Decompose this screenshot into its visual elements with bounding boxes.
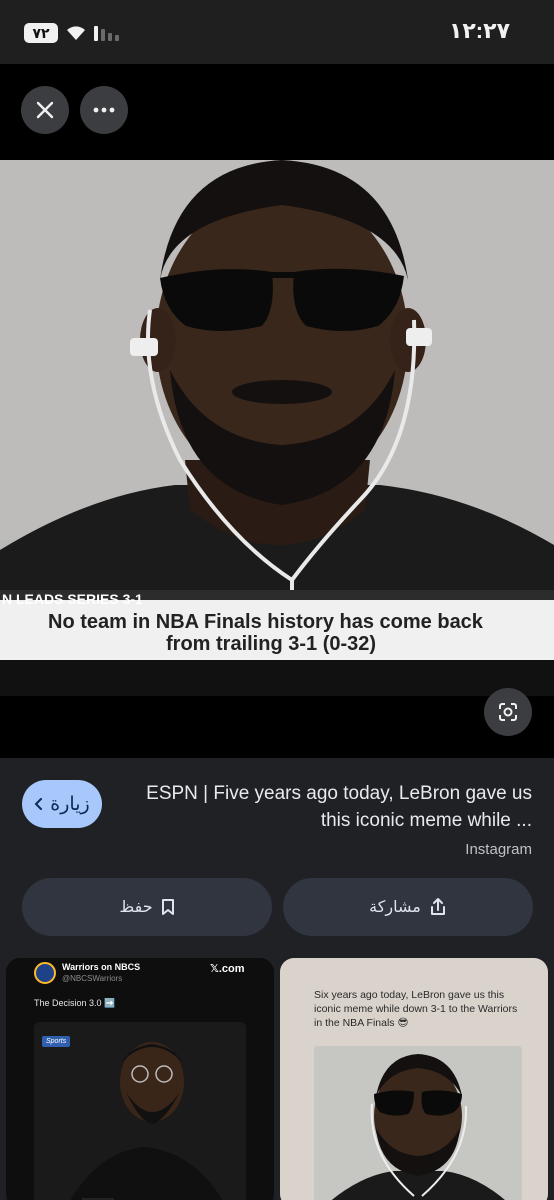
save-label: حفظ xyxy=(119,899,153,916)
avatar xyxy=(34,962,56,984)
close-icon xyxy=(36,101,54,119)
status-time: ١٢:٢٧ xyxy=(448,18,510,43)
battery-icon: ٧٢ xyxy=(24,23,58,43)
wifi-icon xyxy=(64,22,88,47)
more-horizontal-icon xyxy=(93,107,115,113)
post-text: The Decision 3.0 ➡️ xyxy=(34,998,116,1008)
visit-label: زيارة xyxy=(50,793,90,815)
caption-line-2: from trailing 3-1 (0-32) xyxy=(166,633,376,655)
image-viewer: N LEADS SERIES 3-1 No team in NBA Finals… xyxy=(0,64,554,758)
share-button[interactable]: مشاركة xyxy=(283,878,533,936)
post-image xyxy=(314,1046,522,1200)
caption-banner: N LEADS SERIES 3-1 xyxy=(2,591,143,607)
status-bar: ٧٢ ١٢:٢٧ xyxy=(0,0,554,64)
result-title[interactable]: ESPN | Five years ago today, LeBron gave… xyxy=(122,780,532,834)
share-label: مشاركة xyxy=(369,899,421,916)
bookmark-icon xyxy=(161,899,174,915)
more-options-button[interactable] xyxy=(80,86,128,134)
network-logo: Sports xyxy=(42,1036,71,1047)
visit-button[interactable]: زيارة xyxy=(22,780,102,828)
share-icon xyxy=(430,898,445,915)
related-image-2[interactable]: Six years ago today, LeBron gave us this… xyxy=(280,958,548,1200)
related-image-1[interactable]: Warriors on NBCS @NBCSWarriors 𝕏.com The… xyxy=(6,958,274,1200)
x-logo: 𝕏.com xyxy=(210,963,245,975)
save-button[interactable]: حفظ xyxy=(22,878,272,936)
account-handle: @NBCSWarriors xyxy=(62,974,123,983)
result-panel: زيارة ESPN | Five years ago today, LeBro… xyxy=(0,758,554,1200)
result-source: Instagram xyxy=(465,841,532,858)
main-image[interactable]: N LEADS SERIES 3-1 No team in NBA Finals… xyxy=(0,160,554,696)
signal-icon xyxy=(94,25,119,41)
close-button[interactable] xyxy=(21,86,69,134)
post-image: Sports 73 60 xyxy=(34,1022,246,1200)
google-lens-icon xyxy=(499,703,517,721)
lens-button[interactable] xyxy=(484,688,532,736)
post-caption: Six years ago today, LeBron gave us this… xyxy=(314,989,518,1029)
account-name: Warriors on NBCS xyxy=(62,962,141,972)
chevron-left-icon xyxy=(34,798,43,810)
caption-line-1: No team in NBA Finals history has come b… xyxy=(48,611,484,633)
